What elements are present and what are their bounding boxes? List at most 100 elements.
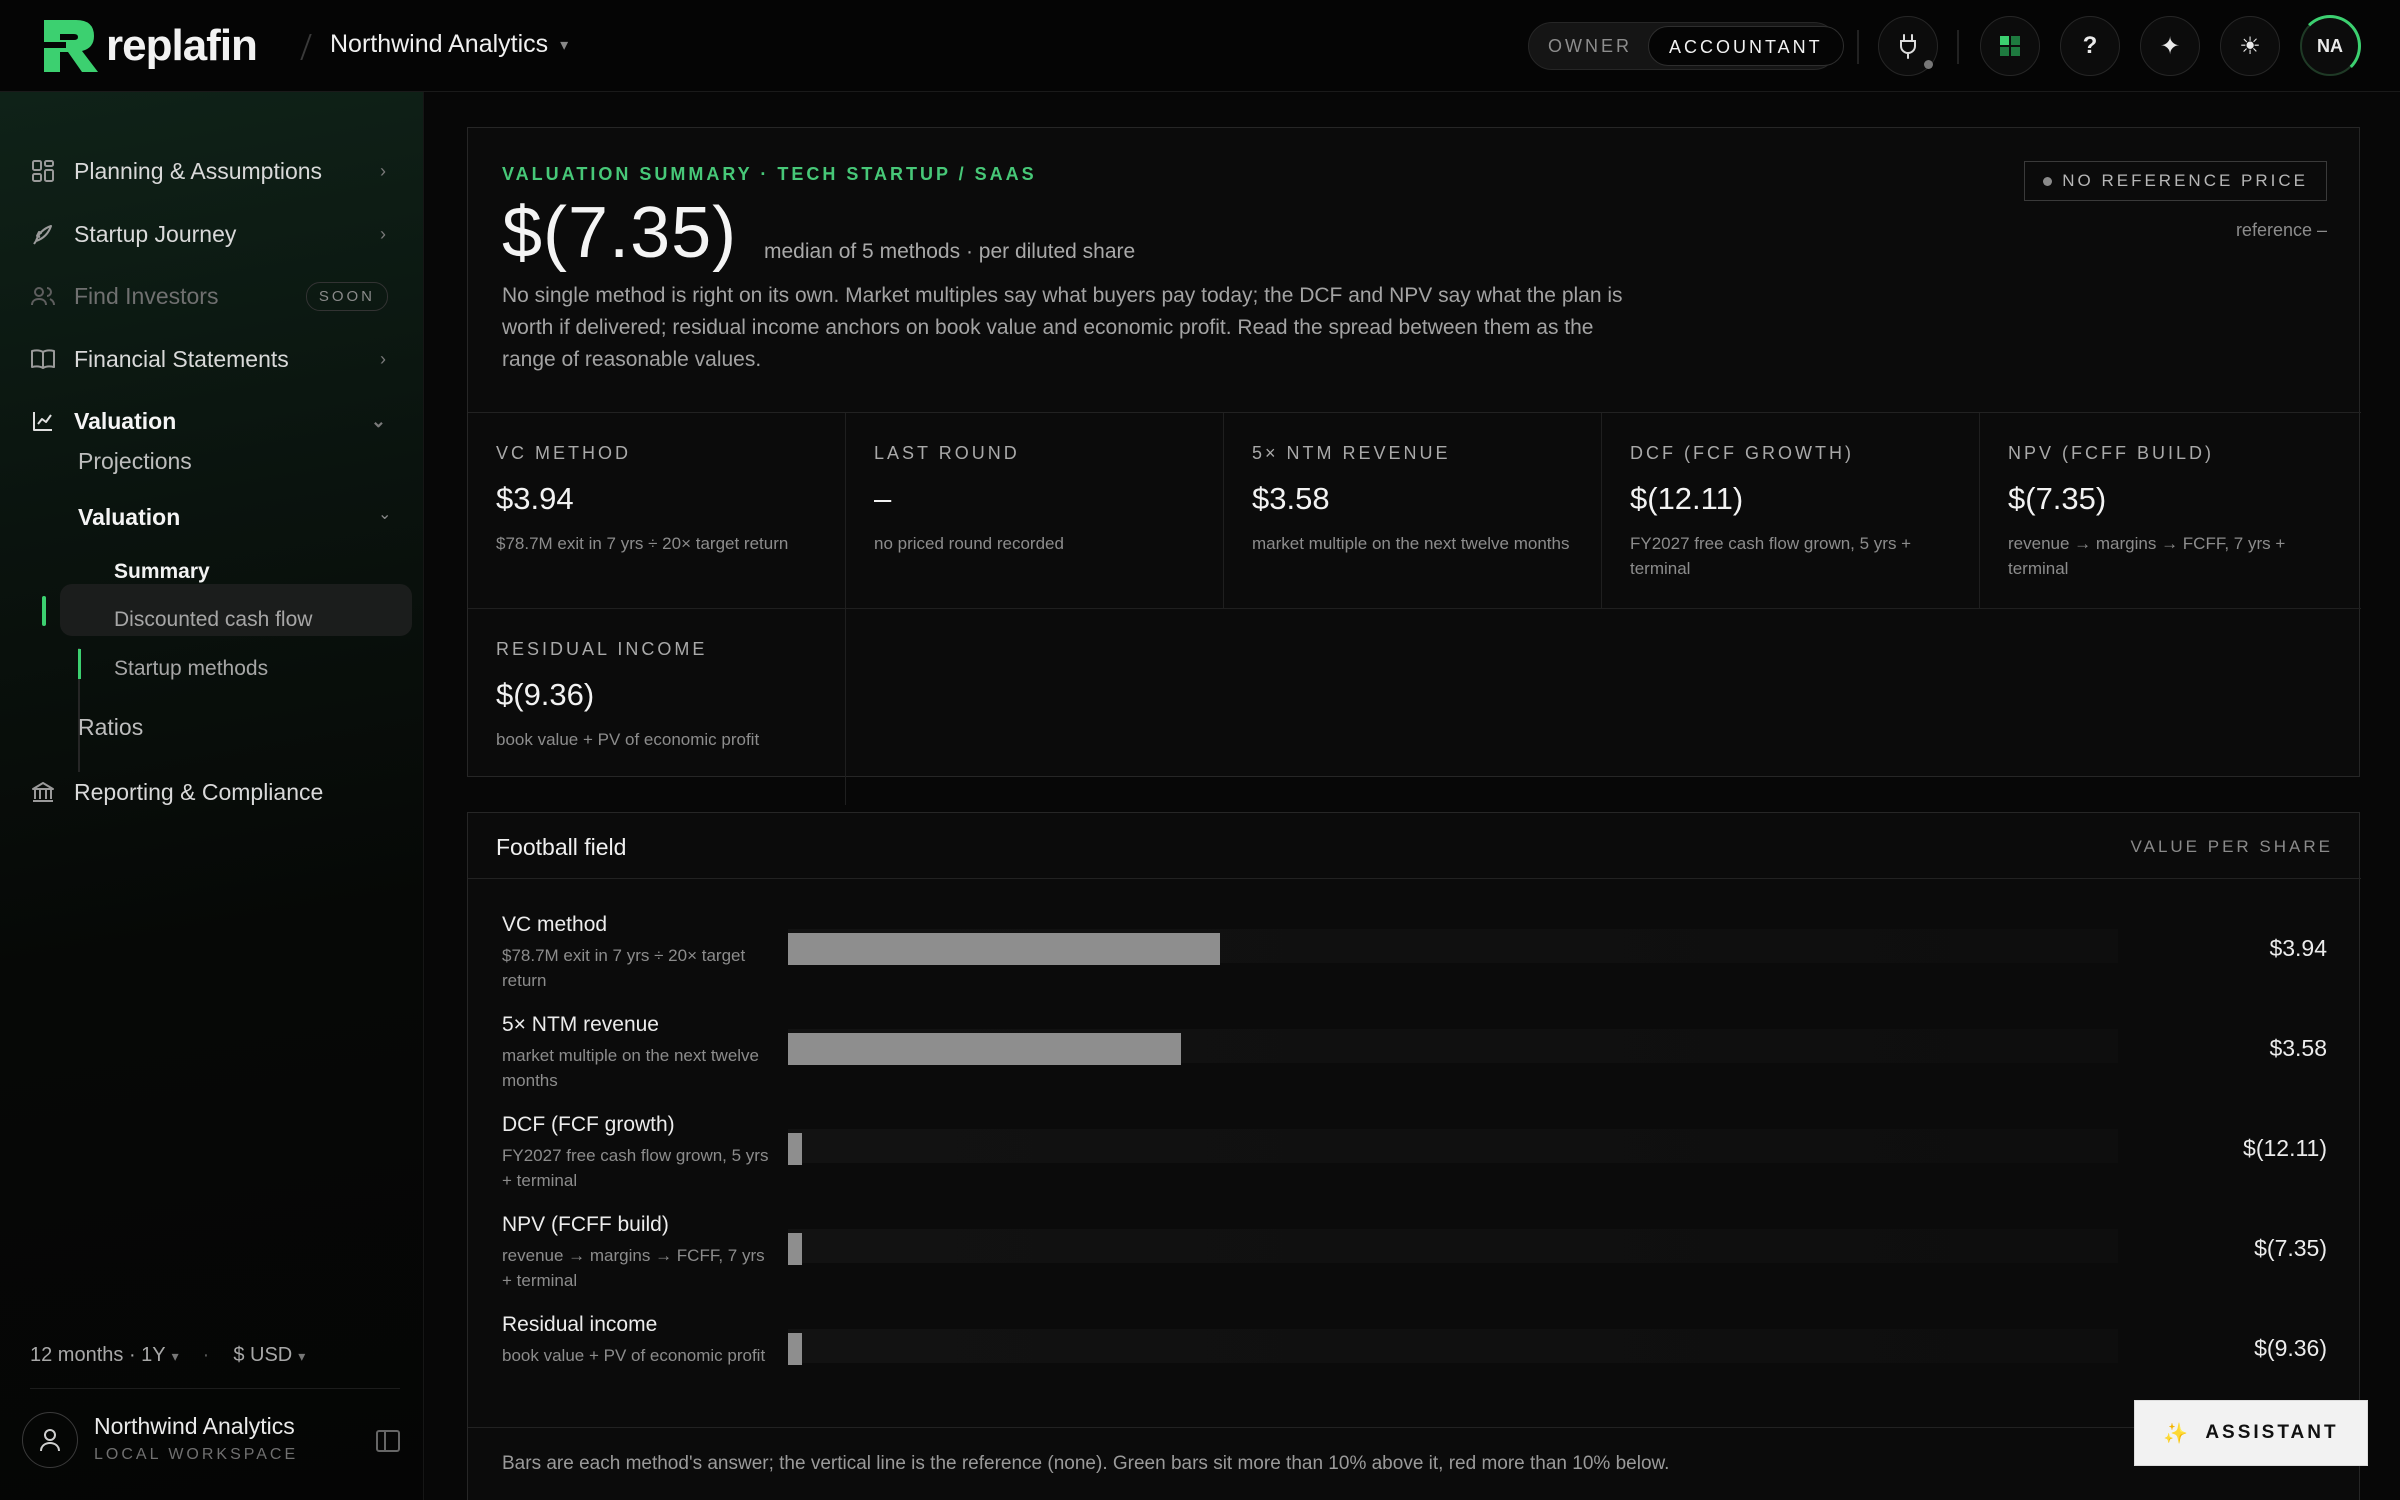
method-value: $(9.36) [496,677,595,712]
integrations-button[interactable] [1878,16,1938,76]
period-controls: 12 months · 1Y ▾ · $ USD ▾ [30,1344,305,1367]
spreadsheet-button[interactable] [1980,16,2040,76]
sidebar-item-startup-journey[interactable]: Startup Journey › [28,212,398,256]
status-dot [1924,60,1933,69]
method-note: no priced round recorded [874,534,1064,553]
workspace-switcher[interactable]: Northwind Analytics ▾ [330,30,568,59]
method-value: – [874,481,892,516]
row-method-name: Residual income [502,1313,658,1336]
method-label: DCF (FCF GROWTH) [1630,443,1854,463]
sidebar-item-label: Find Investors [74,282,219,309]
value-bar [788,1033,1181,1065]
bar-track [788,1129,2118,1163]
sidebar-sub-dcf[interactable]: Discounted cash flow [114,608,312,632]
sidebar-item-find-investors[interactable]: Find Investors SOON [28,274,398,318]
grid-icon [28,156,58,186]
period-select[interactable]: 12 months · 1Y ▾ [30,1344,179,1367]
football-field-card: Football field VALUE PER SHARE VC method… [467,812,2361,1500]
method-card-residual-income: RESIDUAL INCOME $(9.36) book value + PV … [468,609,846,805]
assistant-label: ASSISTANT [2205,1422,2339,1443]
summary-value: $(7.35) [502,193,738,273]
book-icon [28,344,58,374]
summary-kicker: VALUATION SUMMARY · TECH STARTUP / SAAS [502,164,1037,184]
method-card-dcf: DCF (FCF GROWTH) $(12.11) FY2027 free ca… [1602,413,1980,609]
role-accountant[interactable]: ACCOUNTANT [1648,26,1844,66]
method-label: RESIDUAL INCOME [496,639,708,659]
sidebar-sub-summary[interactable]: Summary [114,560,210,584]
row-method-note: $78.7M exit in 7 yrs ÷ 20× target return [502,946,746,990]
breadcrumb-separator [300,34,312,60]
sidebar-item-planning[interactable]: Planning & Assumptions › [28,149,398,193]
theme-toggle-button[interactable]: ☀ [2220,16,2280,76]
chart-line-icon [28,406,58,436]
logo[interactable]: replafin [42,18,258,74]
row-method-note: FY2027 free cash flow grown, 5 yrs + ter… [502,1146,769,1190]
reference-badge-label: NO REFERENCE PRICE [2062,171,2308,190]
sidebar-sub-valuation[interactable]: Valuation [78,504,180,531]
logo-mark-icon [44,20,98,72]
sidebar-item-label: Valuation [74,407,177,434]
sidebar-sub-projections[interactable]: Projections [78,448,192,475]
chevron-down-icon: ⌄ [378,506,392,523]
plug-icon [1900,34,1916,59]
sidebar-item-financial-statements[interactable]: Financial Statements › [28,337,398,381]
sidebar-item-reporting[interactable]: Reporting & Compliance [28,770,398,814]
soon-badge: SOON [305,281,388,311]
sidebar-item-label: Startup Journey [74,220,237,247]
row-value-label: $(9.36) [2254,1335,2327,1361]
row-method-note: market multiple on the next twelve month… [502,1046,760,1090]
divider [1857,30,1859,64]
reference-text: reference – [2235,220,2327,240]
active-indicator [78,649,81,679]
sidebar-item-label: Reporting & Compliance [74,778,324,805]
workspace-name: Northwind Analytics [330,30,549,58]
user-workspace-name: Northwind Analytics [94,1413,295,1439]
user-icon[interactable] [22,1412,78,1468]
sidebar-item-label: Planning & Assumptions [74,157,323,184]
chevron-right-icon: › [380,348,386,369]
user-workspace-type: LOCAL WORKSPACE [94,1446,299,1463]
summary-value-caption: median of 5 methods · per diluted share [764,240,1136,263]
row-value-label: $(12.11) [2243,1135,2327,1161]
currency-value: $ USD [233,1344,293,1366]
method-card-npv: NPV (FCFF BUILD) $(7.35) revenue → margi… [1980,413,2361,609]
method-note: market multiple on the next twelve month… [1252,534,1570,553]
bar-track [788,1229,2118,1263]
row-method-note: revenue → margins → FCFF, 7 yrs + termin… [502,1246,765,1290]
help-button[interactable]: ? [2060,16,2120,76]
bar-track [788,1329,2118,1363]
football-field-title: Football field [496,834,627,860]
ai-sparkle-button[interactable]: ✦ [2140,16,2200,76]
row-value-label: $3.58 [2269,1035,2327,1061]
row-value-label: $(7.35) [2254,1235,2327,1261]
assistant-button[interactable]: ✨ ASSISTANT [2134,1400,2368,1466]
user-avatar-button[interactable]: NA [2299,15,2361,77]
sidebar-sub-startup-methods[interactable]: Startup methods [114,657,268,681]
football-field-row: NPV (FCFF build) revenue → margins → FCFF… [468,1213,2361,1303]
role-toggle[interactable]: OWNER ACCOUNTANT [1528,22,1844,70]
method-value: $3.94 [496,481,574,516]
active-indicator [42,596,46,626]
currency-select[interactable]: $ USD ▾ [233,1344,305,1367]
chevron-down-icon: ⌄ [370,410,386,431]
sidebar-sub-ratios[interactable]: Ratios [78,714,143,741]
divider [1957,30,1959,64]
method-value: $3.58 [1252,481,1330,516]
rocket-icon [28,219,58,249]
football-field-row: VC method $78.7M exit in 7 yrs ÷ 20× targ… [468,913,2361,1003]
sidebar-item-valuation[interactable]: Valuation ⌄ [28,399,398,443]
method-note: FY2027 free cash flow grown, 5 yrs + ter… [1630,534,1912,578]
row-value-label: $3.94 [2269,935,2327,961]
value-bar [788,933,1220,965]
sun-icon: ☀ [2239,32,2261,60]
divider [30,1388,400,1389]
role-owner[interactable]: OWNER [1532,26,1648,66]
football-field-unit: VALUE PER SHARE [2130,837,2333,856]
method-label: 5× NTM REVENUE [1252,443,1451,463]
football-field-row: 5× NTM revenue market multiple on the nex… [468,1013,2361,1103]
method-label: NPV (FCFF BUILD) [2008,443,2215,463]
collapse-sidebar-icon[interactable] [376,1430,400,1452]
reference-price-badge[interactable]: NO REFERENCE PRICE [2024,161,2327,201]
logo-text: replafin [106,21,258,70]
row-method-note: book value + PV of economic profit [502,1346,766,1365]
